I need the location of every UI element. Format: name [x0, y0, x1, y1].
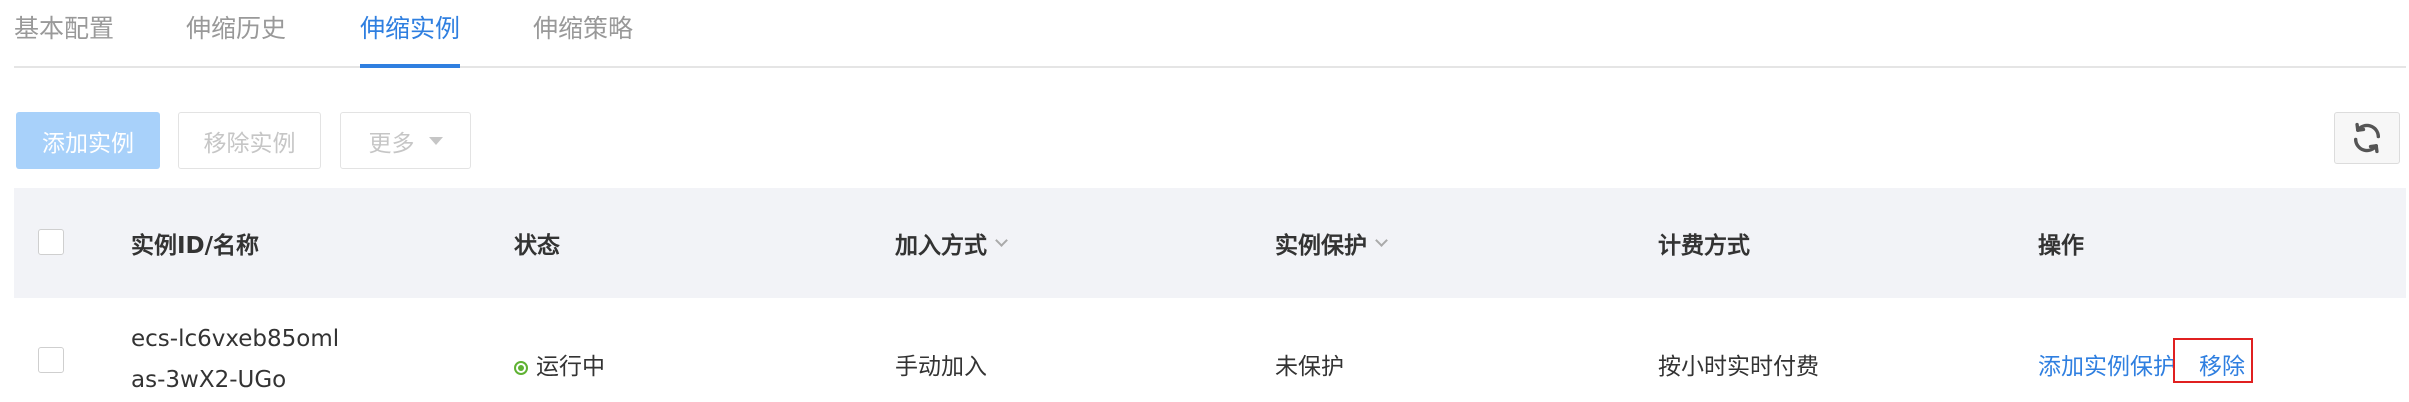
column-header-label: 实例ID/名称 [131, 233, 260, 259]
scaling-instances-page: 基本配置 伸缩历史 伸缩实例 伸缩策略 添加实例 移除实例 更多 实例ID/名称… [0, 0, 2409, 402]
tab-basic-config[interactable]: 基本配置 [14, 12, 114, 66]
table-row: ecs-lc6vxeb85oml as-3wX2-UGo 运行中 手动加入 未保… [14, 298, 2406, 402]
column-header-label: 操作 [2038, 233, 2084, 259]
table-header: 实例ID/名称 状态 加入方式 实例保护 计费方式 操作 [14, 188, 2406, 298]
row-select-checkbox[interactable] [38, 347, 64, 373]
column-header-label: 实例保护 [1275, 233, 1367, 259]
select-all-checkbox[interactable] [38, 229, 64, 255]
billing-cell: 按小时实时付费 [1658, 354, 1819, 380]
add-instance-protection-link[interactable]: 添加实例保护 [2038, 347, 2176, 381]
column-header-label: 状态 [514, 233, 560, 259]
add-instance-button[interactable]: 添加实例 [16, 112, 160, 169]
column-header-status: 状态 [514, 188, 560, 298]
join-method-cell: 手动加入 [895, 354, 987, 380]
remove-instance-button[interactable]: 移除实例 [178, 112, 321, 169]
status-text: 运行中 [536, 354, 605, 380]
tab-scaling-instances[interactable]: 伸缩实例 [360, 12, 461, 68]
column-header-join-method[interactable]: 加入方式 [895, 188, 1008, 298]
more-dropdown-button[interactable]: 更多 [340, 112, 471, 169]
chevron-down-icon [995, 233, 1008, 247]
refresh-icon [2353, 122, 2381, 154]
tab-scaling-history[interactable]: 伸缩历史 [186, 12, 286, 66]
status-running-icon [514, 360, 528, 375]
column-header-label: 计费方式 [1658, 233, 1750, 259]
tab-scaling-policies[interactable]: 伸缩策略 [533, 12, 633, 66]
instance-id: ecs-lc6vxeb85oml [131, 326, 340, 352]
more-label: 更多 [368, 130, 415, 157]
chevron-down-icon [1375, 233, 1388, 247]
column-header-instance: 实例ID/名称 [131, 188, 259, 298]
status-cell: 运行中 [514, 347, 605, 381]
tab-bar: 基本配置 伸缩历史 伸缩实例 伸缩策略 [14, 0, 2406, 68]
protection-cell: 未保护 [1275, 354, 1344, 380]
refresh-button[interactable] [2334, 112, 2400, 164]
column-header-protection[interactable]: 实例保护 [1275, 188, 1388, 298]
column-header-actions: 操作 [2038, 188, 2084, 298]
column-header-billing: 计费方式 [1658, 188, 1750, 298]
highlight-box [2173, 338, 2253, 383]
instance-name: as-3wX2-UGo [131, 367, 287, 393]
column-header-label: 加入方式 [895, 233, 987, 259]
caret-down-icon [428, 136, 443, 145]
